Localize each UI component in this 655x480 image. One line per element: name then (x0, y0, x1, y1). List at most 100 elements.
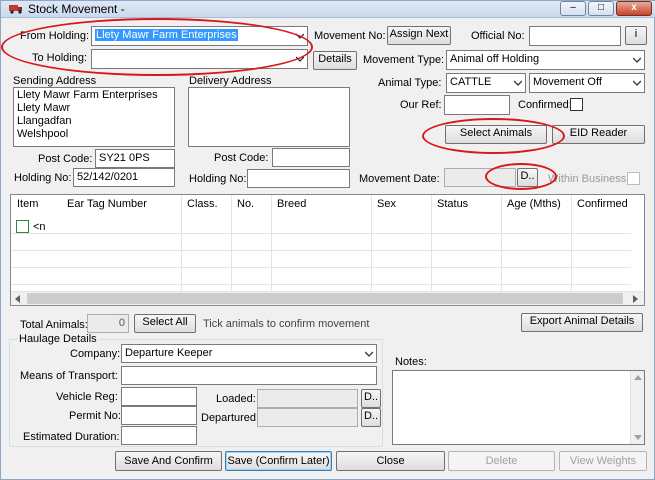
animals-grid[interactable]: Item Ear Tag Number Class. No. Breed Sex… (10, 194, 645, 306)
maximize-button[interactable]: □ (588, 1, 614, 16)
company-value: Departure Keeper (125, 347, 213, 359)
column-header[interactable]: Sex (374, 195, 396, 213)
eid-reader-button[interactable]: EID Reader (552, 125, 645, 144)
movement-type-combo[interactable]: Animal off Holding (446, 50, 645, 70)
grid-horizontal-scrollbar[interactable] (11, 291, 644, 305)
title-bar[interactable]: Stock Movement - – □ x (1, 1, 655, 18)
confirm-hint-text: Tick animals to confirm movement (203, 318, 370, 330)
close-button[interactable]: Close (336, 451, 445, 471)
to-holding-combo[interactable] (91, 49, 308, 69)
row-item-value: <n (33, 221, 46, 233)
animal-type-label: Animal Type: (378, 77, 442, 89)
company-combo[interactable]: Departure Keeper (121, 344, 377, 363)
delivery-postcode-input[interactable] (272, 148, 350, 167)
loaded-date-picker-button[interactable]: D.. (361, 389, 381, 408)
column-header[interactable]: Status (434, 195, 468, 213)
departured-date-input[interactable] (257, 408, 358, 427)
delivery-holding-no-input[interactable] (247, 169, 350, 188)
permit-no-label: Permit No: (69, 410, 121, 422)
sending-address-box[interactable]: Llety Mawr Farm Enterprises Llety Mawr L… (13, 87, 175, 147)
chevron-down-icon[interactable] (360, 345, 376, 362)
animal-type-value: CATTLE (450, 76, 492, 88)
movement-date-picker-button[interactable]: D.. (517, 168, 538, 187)
official-info-button[interactable]: i (625, 26, 647, 45)
movement-date-input[interactable] (444, 168, 516, 187)
assign-next-button[interactable]: Assign Next (387, 26, 451, 45)
select-animals-button[interactable]: Select Animals (445, 125, 547, 144)
scrollbar-thumb[interactable] (27, 293, 623, 304)
loaded-date-input[interactable] (257, 389, 358, 408)
company-label: Company: (70, 348, 121, 360)
estimated-duration-label: Estimated Duration: (23, 431, 120, 443)
chevron-down-icon[interactable] (628, 51, 644, 69)
grid-divider (371, 195, 372, 291)
grid-row-line (11, 284, 631, 285)
confirmed-checkbox[interactable] (570, 98, 583, 111)
movement-type-label: Movement Type: (363, 54, 445, 66)
movement-no-label: Movement No: (314, 30, 386, 42)
export-animal-details-button[interactable]: Export Animal Details (521, 313, 643, 332)
sending-address-line: Llety Mawr Farm Enterprises (17, 89, 158, 101)
scroll-down-icon[interactable] (634, 435, 642, 441)
column-header[interactable]: Age (Mths) (504, 195, 561, 213)
estimated-duration-input[interactable] (121, 426, 197, 445)
scroll-up-icon[interactable] (634, 374, 642, 380)
permit-no-input[interactable] (121, 406, 197, 425)
column-header[interactable]: No. (234, 195, 254, 213)
movement-type-value: Animal off Holding (450, 53, 540, 65)
delete-button[interactable]: Delete (448, 451, 555, 471)
save-and-confirm-button[interactable]: Save And Confirm (115, 451, 222, 471)
means-of-transport-input[interactable] (121, 366, 377, 385)
scroll-right-icon[interactable] (632, 295, 639, 303)
to-holding-label: To Holding: (32, 52, 88, 64)
animal-type-combo[interactable]: CATTLE (446, 73, 526, 93)
grid-row-line (11, 267, 631, 268)
departured-label: Departured: (201, 412, 260, 424)
official-no-label: Official No: (471, 30, 525, 42)
scroll-left-icon[interactable] (14, 295, 21, 303)
row-select-checkbox[interactable] (16, 220, 29, 233)
select-all-button[interactable]: Select All (134, 314, 196, 333)
grid-divider (431, 195, 432, 291)
grid-row-line (11, 250, 631, 251)
delivery-address-label: Delivery Address (189, 75, 272, 87)
grid-divider (271, 195, 272, 291)
column-header[interactable]: Item (14, 195, 38, 213)
save-confirm-later-button[interactable]: Save (Confirm Later) (225, 451, 332, 471)
chevron-down-icon[interactable] (291, 27, 307, 45)
movement-date-label: Movement Date: (359, 173, 440, 185)
column-header[interactable]: Class. (184, 195, 218, 213)
movement-direction-combo[interactable]: Movement Off (529, 73, 645, 93)
column-header[interactable]: Breed (274, 195, 306, 213)
chevron-down-icon[interactable] (291, 50, 307, 68)
sending-address-line: Llangadfan (17, 115, 72, 127)
our-ref-input[interactable] (444, 95, 510, 115)
minimize-button[interactable]: – (560, 1, 586, 16)
view-weights-button[interactable]: View Weights (559, 451, 647, 471)
total-animals-value: 0 (87, 314, 129, 333)
from-holding-combo[interactable]: Llety Mawr Farm Enterprises (91, 26, 308, 46)
sending-postcode-label: Post Code: (38, 153, 93, 165)
chevron-down-icon[interactable] (509, 74, 525, 92)
delivery-address-box[interactable] (188, 87, 350, 147)
vehicle-reg-input[interactable] (121, 387, 197, 406)
grid-divider (571, 195, 572, 291)
within-business-checkbox[interactable] (627, 172, 640, 185)
our-ref-label: Our Ref: (400, 99, 442, 111)
chevron-down-icon[interactable] (628, 74, 644, 92)
official-no-input[interactable] (529, 26, 621, 46)
notes-vertical-scrollbar[interactable] (630, 371, 644, 444)
sending-postcode-input[interactable]: SY21 0PS (95, 149, 175, 168)
delivery-postcode-label: Post Code: (214, 152, 269, 164)
details-button[interactable]: Details (313, 51, 357, 70)
sending-holding-no-input[interactable]: 52/142/0201 (73, 168, 175, 187)
stock-movement-window: Stock Movement - – □ x From Holding: Lle… (0, 0, 655, 480)
column-header[interactable]: Confirmed (574, 195, 628, 213)
notes-textarea[interactable] (392, 370, 645, 445)
close-window-button[interactable]: x (616, 1, 652, 16)
sending-holding-no-label: Holding No: (14, 172, 72, 184)
notes-label: Notes: (395, 356, 427, 368)
departured-date-picker-button[interactable]: D.. (361, 408, 381, 427)
column-header[interactable]: Ear Tag Number (64, 195, 147, 213)
within-business-label: Within Business (548, 173, 627, 185)
